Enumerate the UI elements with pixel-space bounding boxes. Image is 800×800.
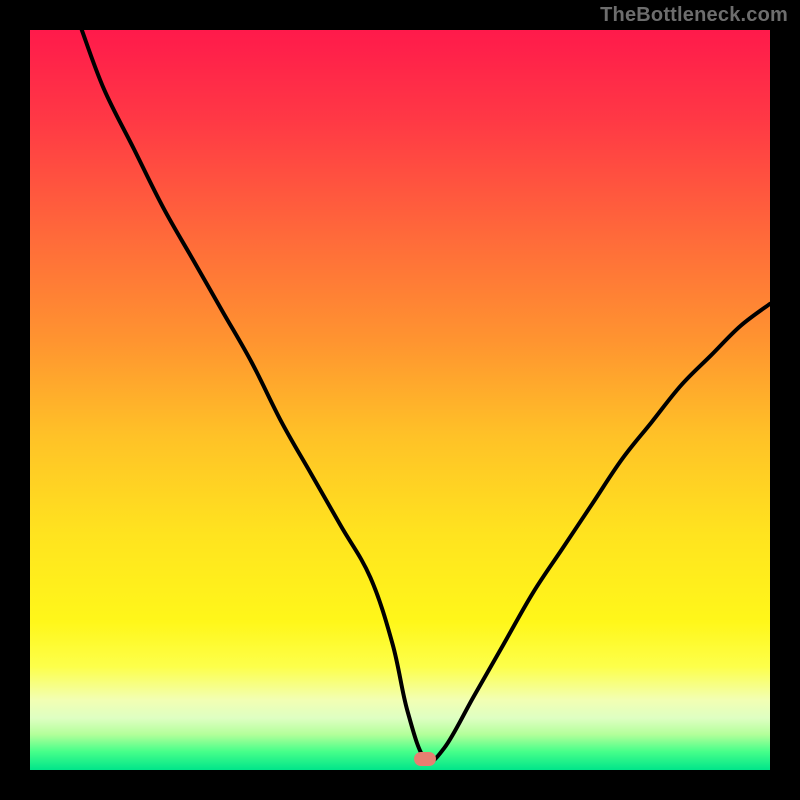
bottleneck-curve <box>30 30 770 770</box>
optimal-point-marker <box>414 752 436 766</box>
outer-frame: TheBottleneck.com <box>0 0 800 800</box>
plot-area <box>30 30 770 770</box>
watermark-text: TheBottleneck.com <box>600 4 788 27</box>
